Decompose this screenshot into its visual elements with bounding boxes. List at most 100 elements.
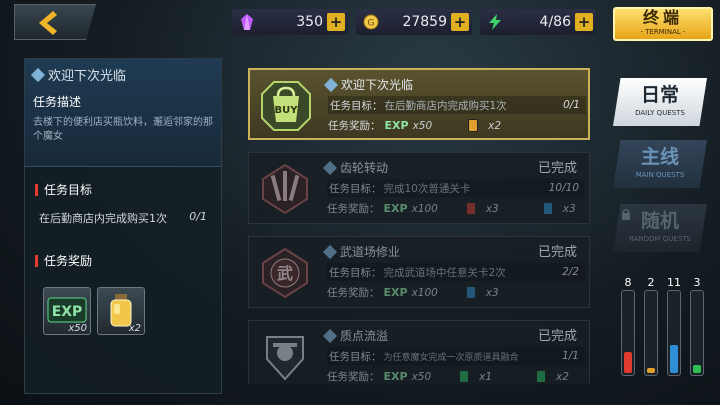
tab-main-sublabel: MAIN QUESTS [635, 171, 685, 179]
description-text: 去楼下的便利店买瓶饮料，邂逅邻家的那个魔女 [33, 117, 213, 142]
quest-item-gear[interactable]: 齿轮转动 已完成 任务目标： 完成10次普通关卡 10/10 任务奖励： EXP … [248, 152, 590, 224]
gauge-value: 8 [624, 276, 632, 289]
top-bar: 350 + G 27859 + 4/86 + 终端 - TERMINAL - [0, 0, 720, 44]
energy-icon [486, 13, 504, 31]
terminal-button[interactable]: 终端 - TERMINAL - [613, 7, 713, 41]
quest-progress: 2/2 [562, 266, 579, 278]
gauge-fill [647, 367, 655, 373]
quest-list: BUY 欢迎下次光临 任务目标： 在后勤商店内完成购买1次 0/1 任务奖励： E… [248, 68, 590, 384]
reward-potion-item[interactable]: x2 [97, 287, 145, 335]
swords-emblem-icon [255, 159, 315, 219]
svg-text:G: G [368, 19, 375, 29]
gauge-green [690, 290, 704, 376]
coin-icon: G [362, 13, 380, 31]
goal-heading-text: 任务目标 [44, 183, 93, 197]
section-marker [35, 254, 38, 267]
goal-row: 在后勤商店内完成购买1次 0/1 [25, 210, 221, 226]
quest-progress: 10/10 [548, 182, 579, 194]
quest-detail-header: 欢迎下次光临 任务描述 去楼下的便利店买瓶饮料，邂逅邻家的那个魔女 [25, 59, 221, 167]
energy-value: 4/86 [539, 14, 571, 30]
quest-status: 已完成 [537, 161, 577, 176]
quest-goal-row: 任务目标： 为任意魔女完成一次原质道具融合 1/1 [327, 347, 585, 365]
gauge-blue [667, 290, 681, 376]
gauge-orange [644, 290, 658, 376]
quest-detail-panel: 欢迎下次光临 任务描述 去楼下的便利店买瓶饮料，邂逅邻家的那个魔女 任务目标 在… [24, 58, 222, 394]
svg-text:BUY: BUY [275, 105, 299, 116]
svg-text:武: 武 [277, 264, 293, 283]
gauge-value: 3 [693, 276, 701, 289]
exp-icon: EXP [383, 202, 408, 215]
coin-value: 27859 [402, 14, 447, 30]
cube-icon [322, 244, 338, 259]
cube-icon [322, 328, 338, 343]
gauge-fill [624, 352, 632, 373]
quest-reward-row: 任务奖励： EXP x100 x3 [327, 286, 499, 299]
potion-icon [536, 370, 547, 383]
coin-counter: G 27859 + [356, 9, 472, 35]
shield-emblem-icon [255, 327, 315, 384]
add-coin-button[interactable]: + [451, 13, 469, 31]
tab-random-quests[interactable]: 随机 RANDOM QUESTS [613, 204, 707, 252]
reward-exp-count: x50 [68, 323, 87, 334]
tab-main-quests[interactable]: 主线 MAIN QUESTS [613, 140, 707, 188]
quest-progress: 1/1 [562, 350, 579, 362]
exp-icon: EXP [383, 370, 408, 383]
quest-item-welcome[interactable]: BUY 欢迎下次光临 任务目标： 在后勤商店内完成购买1次 0/1 任务奖励： E… [248, 68, 590, 140]
reward-potion-count: x2 [128, 323, 141, 334]
cube-icon [322, 160, 338, 175]
quest-status: 已完成 [537, 245, 577, 260]
quest-reward-row: 任务奖励： EXP x100 x3 x3 [327, 202, 576, 215]
quest-goal-row: 任务目标： 完成武道场中任意关卡2次 2/2 [327, 263, 585, 281]
terminal-sublabel: - TERMINAL - [640, 28, 686, 36]
tab-daily-quests[interactable]: 日常 DAILY QUESTS [613, 78, 707, 126]
crystal-value: 350 [296, 14, 323, 30]
gauge-red [621, 290, 635, 376]
section-marker [35, 183, 38, 196]
back-button[interactable] [14, 4, 96, 40]
gauge-value: 2 [647, 276, 655, 289]
reward-exp-item[interactable]: EXP x50 [43, 287, 91, 335]
add-energy-button[interactable]: + [575, 13, 593, 31]
quest-progress: 0/1 [563, 99, 580, 111]
quest-detail-title: 欢迎下次光临 [30, 65, 213, 84]
potion-icon [468, 119, 479, 132]
goal-progress: 0/1 [189, 210, 207, 223]
quest-title: 武道场修业 [322, 243, 400, 260]
reward-heading-text: 任务奖励 [44, 254, 93, 268]
cube-icon [30, 67, 46, 82]
tab-daily-sublabel: DAILY QUESTS [635, 109, 685, 117]
potion-icon [465, 286, 476, 299]
lock-icon [622, 208, 630, 220]
exp-icon: EXP [383, 286, 408, 299]
tab-main-label: 主线 [640, 146, 679, 168]
quest-item-particle[interactable]: 质点流溢 已完成 任务目标： 为任意魔女完成一次原质道具融合 1/1 任务奖励： … [248, 320, 590, 384]
svg-text:EXP: EXP [52, 304, 83, 320]
quest-title: 欢迎下次光临 [323, 76, 413, 93]
add-crystal-button[interactable]: + [327, 13, 345, 31]
tab-daily-label: 日常 [640, 84, 679, 106]
gauge-value: 11 [667, 276, 681, 289]
quest-reward-row: 任务奖励： EXP x50 x1 x2 [327, 370, 569, 383]
potion-icon [465, 202, 476, 215]
crystal-counter: 350 + [232, 9, 348, 35]
quest-reward-row: 任务奖励： EXP x50 x2 [328, 119, 502, 132]
terminal-label: 终端 [642, 8, 683, 27]
exp-icon: EXP [384, 119, 409, 132]
quest-goal-row: 任务目标： 在后勤商店内完成购买1次 0/1 [328, 96, 586, 114]
potion-icon [459, 370, 470, 383]
martial-emblem-icon: 武 [255, 243, 315, 303]
goal-text: 在后勤商店内完成购买1次 [39, 212, 167, 225]
tab-random-sublabel: RANDOM QUESTS [629, 235, 691, 243]
quest-title: 质点流溢 [322, 327, 388, 344]
crystal-icon [238, 13, 256, 31]
quest-detail-title-text: 欢迎下次光临 [48, 69, 127, 84]
quest-goal-row: 任务目标： 完成10次普通关卡 10/10 [327, 179, 585, 197]
quest-item-dojo[interactable]: 武 武道场修业 已完成 任务目标： 完成武道场中任意关卡2次 2/2 任务奖励： … [248, 236, 590, 308]
energy-counter: 4/86 + [480, 9, 596, 35]
cube-icon [323, 77, 339, 92]
gauge-fill [693, 365, 701, 373]
quest-status: 已完成 [537, 329, 577, 344]
description-heading: 任务描述 [33, 95, 82, 109]
item-gauges: 8 2 11 3 [617, 276, 707, 386]
chevron-left-icon [39, 11, 57, 35]
